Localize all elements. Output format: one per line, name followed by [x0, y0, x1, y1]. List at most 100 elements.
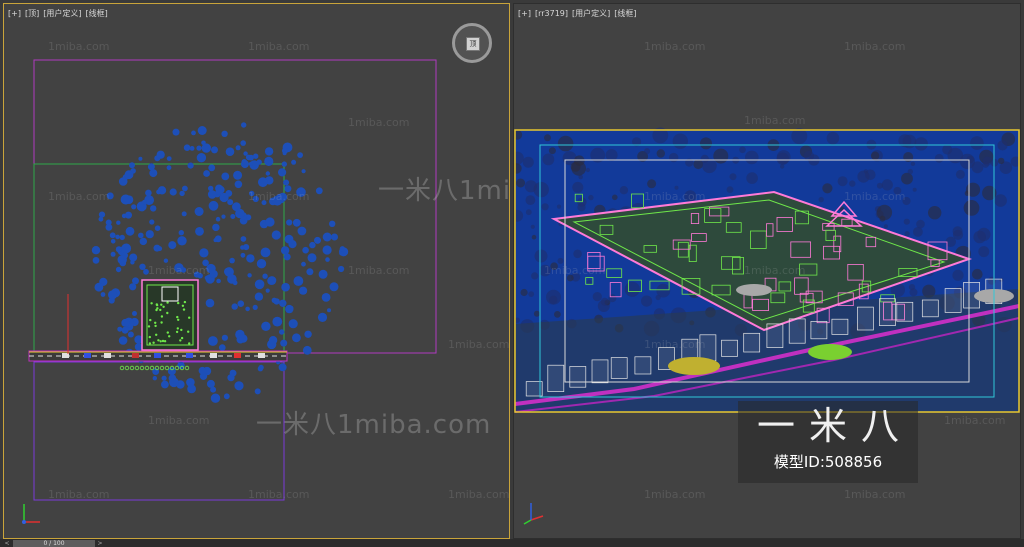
viewport-menu-plus[interactable]: [+]	[8, 9, 21, 18]
tree-symbol	[265, 171, 270, 176]
tree-symbol	[327, 308, 331, 313]
tree-silhouette	[586, 279, 592, 285]
tree-symbol	[258, 177, 268, 188]
tree-symbol	[292, 218, 301, 227]
tree-symbol	[302, 345, 312, 355]
compound-shrub	[160, 315, 164, 318]
tree-silhouette	[963, 200, 980, 216]
tree-symbol	[127, 331, 134, 338]
viewcube-navigation[interactable]: 顶	[452, 23, 492, 63]
tree-symbol	[339, 251, 344, 256]
tree-symbol	[283, 179, 290, 186]
proxy-box	[547, 364, 565, 392]
tree-symbol	[282, 151, 287, 156]
vehicle	[258, 353, 265, 358]
tree-symbol	[194, 207, 204, 216]
tree-symbol	[166, 165, 172, 171]
tree-silhouette	[822, 183, 833, 194]
tree-symbol	[246, 254, 255, 263]
tree-silhouette	[530, 224, 535, 229]
tree-symbol	[301, 261, 306, 267]
tree-symbol	[234, 381, 244, 391]
viewport-shading-label[interactable]: [线框]	[85, 9, 107, 18]
tree-silhouette	[955, 169, 965, 179]
tree-silhouette	[550, 262, 558, 271]
tree-symbol	[201, 140, 206, 146]
tree-symbol	[121, 326, 129, 334]
tree-silhouette	[916, 219, 925, 229]
tree-symbol	[297, 152, 303, 159]
timeline-next-button[interactable]: >	[96, 540, 104, 547]
tree-symbol	[257, 366, 264, 372]
tree-silhouette	[577, 203, 586, 212]
tree-symbol	[245, 306, 250, 312]
time-slider[interactable]: 0 / 100	[13, 540, 95, 547]
tree-symbol	[247, 273, 252, 278]
tree-symbol	[235, 208, 245, 219]
tree-symbol	[214, 235, 222, 243]
tree-silhouette	[972, 268, 983, 280]
viewcube-face[interactable]: 顶	[466, 37, 480, 51]
vehicle	[234, 353, 241, 358]
compound-shrub	[155, 303, 159, 307]
tree-symbol	[252, 195, 259, 203]
tree-symbol	[286, 219, 293, 226]
tree-symbol	[216, 278, 221, 284]
tree-silhouette	[520, 288, 528, 297]
viewport-menu-plus[interactable]: [+]	[518, 9, 531, 18]
tree-symbol	[138, 156, 143, 161]
left-viewport-top-view[interactable]: [+] [顶] [用户定义] [线框] 1miba.com 1miba.com 1mi…	[3, 3, 510, 539]
tree-symbol	[225, 147, 235, 156]
tree-symbol	[132, 311, 137, 316]
tree-symbol	[229, 257, 235, 264]
tree-symbol	[253, 153, 259, 159]
viewport-user-defined-label[interactable]: [用户定义]	[572, 9, 610, 18]
shrub	[159, 365, 165, 371]
viewport-camera-label[interactable]: [rr3719]	[535, 9, 568, 18]
viewport-shading-label[interactable]: [线框]	[614, 9, 636, 18]
tree-symbol	[150, 205, 157, 212]
tree-symbol	[304, 330, 312, 338]
compound-shrub	[188, 316, 191, 319]
tree-symbol	[196, 153, 207, 163]
compound-shrub	[148, 342, 152, 345]
brand-watermark-box: 一米八 模型ID:508856	[738, 401, 918, 483]
tree-symbol	[189, 146, 195, 151]
tree-symbol	[331, 233, 338, 241]
viewport-user-defined-label[interactable]: [用户定义]	[43, 9, 81, 18]
compound-shrub	[159, 340, 162, 343]
tree-silhouette	[539, 264, 551, 277]
compound-shrub	[160, 303, 163, 306]
tree-silhouette	[837, 176, 848, 187]
timeline-prev-button[interactable]: <	[3, 540, 11, 547]
tree-silhouette	[556, 204, 562, 209]
tree-symbol	[145, 189, 152, 197]
tree-symbol	[325, 257, 330, 262]
tree-symbol	[210, 386, 217, 393]
proxy-box	[721, 339, 738, 357]
tree-symbol	[139, 237, 147, 246]
tree-silhouette	[528, 291, 535, 297]
compound-shrub	[148, 335, 151, 339]
shrub	[119, 365, 125, 371]
tree-silhouette	[600, 297, 609, 306]
tree-symbol	[205, 298, 215, 308]
tree-symbol	[121, 318, 130, 327]
tree-silhouette	[903, 218, 910, 225]
tree-silhouette	[942, 144, 953, 155]
tree-silhouette	[554, 311, 561, 318]
tree-silhouette	[588, 194, 594, 201]
tree-symbol	[212, 223, 220, 232]
tree-symbol	[279, 329, 285, 335]
proxy-box	[743, 332, 761, 353]
right-viewport-label-bar: [+] [rr3719] [用户定义] [线框]	[518, 8, 641, 19]
tree-silhouette	[901, 172, 913, 185]
tree-silhouette	[531, 272, 539, 280]
tree-symbol	[207, 190, 217, 199]
model-id-text: 模型ID:508856	[773, 453, 883, 471]
tree-silhouette	[700, 154, 709, 163]
compound-shrub	[181, 304, 185, 307]
viewport-view-label[interactable]: [顶]	[25, 9, 39, 18]
tree-symbol	[278, 168, 287, 177]
tree-symbol	[254, 279, 265, 290]
